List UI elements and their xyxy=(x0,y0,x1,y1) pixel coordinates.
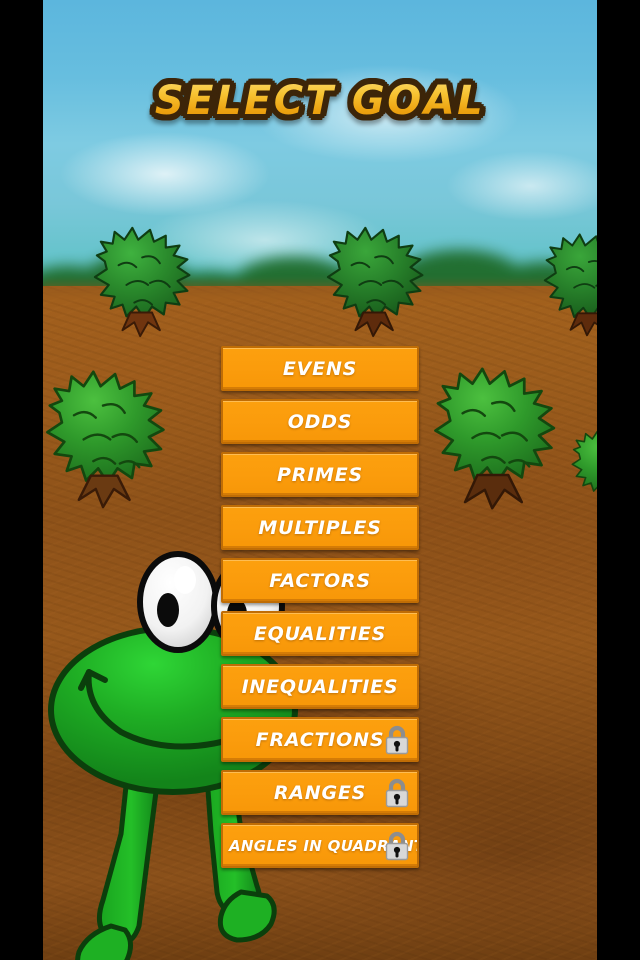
goal-button-evens[interactable]: EVENS xyxy=(221,346,419,391)
letterbox-bar-right xyxy=(597,0,640,960)
letterbox-bar-left xyxy=(0,0,43,960)
bush-center-far xyxy=(326,222,444,340)
bush-right-far xyxy=(543,228,597,340)
goal-button-label: EVENS xyxy=(282,357,358,380)
goal-button-label: PRIMES xyxy=(277,463,363,486)
bush-right-near xyxy=(433,358,581,513)
goal-button-label: INEQUALITIES xyxy=(241,675,399,698)
goal-button-multiples[interactable]: MULTIPLES xyxy=(221,505,419,550)
padlock-icon xyxy=(384,778,410,808)
padlock-icon xyxy=(384,725,410,755)
goal-button-label: ODDS xyxy=(287,410,353,433)
goal-menu: EVENS ODDS PRIMES MULTIPLES FACTORS EQUALITIE… xyxy=(221,346,419,868)
goal-button-label: MULTIPLES xyxy=(258,516,382,539)
game-screen: SELECT GOAL EVENSODDSPRIMESMULTIPLESFACT… xyxy=(0,0,640,960)
goal-button-ranges[interactable]: RANGES xyxy=(221,770,419,815)
goal-button-equalities[interactable]: EQUALITIES xyxy=(221,611,419,656)
goal-button-fractions[interactable]: FRACTIONS xyxy=(221,717,419,762)
goal-button-odds[interactable]: ODDS xyxy=(221,399,419,444)
bush-right-edge-sliver xyxy=(571,392,597,542)
bush-left-near xyxy=(45,362,190,512)
goal-button-label: EQUALITIES xyxy=(253,622,387,645)
goal-button-factors[interactable]: FACTORS xyxy=(221,558,419,603)
goal-button-label: FACTORS xyxy=(269,569,371,592)
bush-left-far xyxy=(93,222,211,340)
padlock-icon xyxy=(384,831,410,861)
goal-button-primes[interactable]: PRIMES xyxy=(221,452,419,497)
game-viewport: SELECT GOAL EVENSODDSPRIMESMULTIPLESFACT… xyxy=(43,0,597,960)
goal-button-inequalities[interactable]: INEQUALITIES xyxy=(221,664,419,709)
goal-button-angles-in-quadrants[interactable]: ANGLES IN QUADRANTS xyxy=(221,823,419,868)
